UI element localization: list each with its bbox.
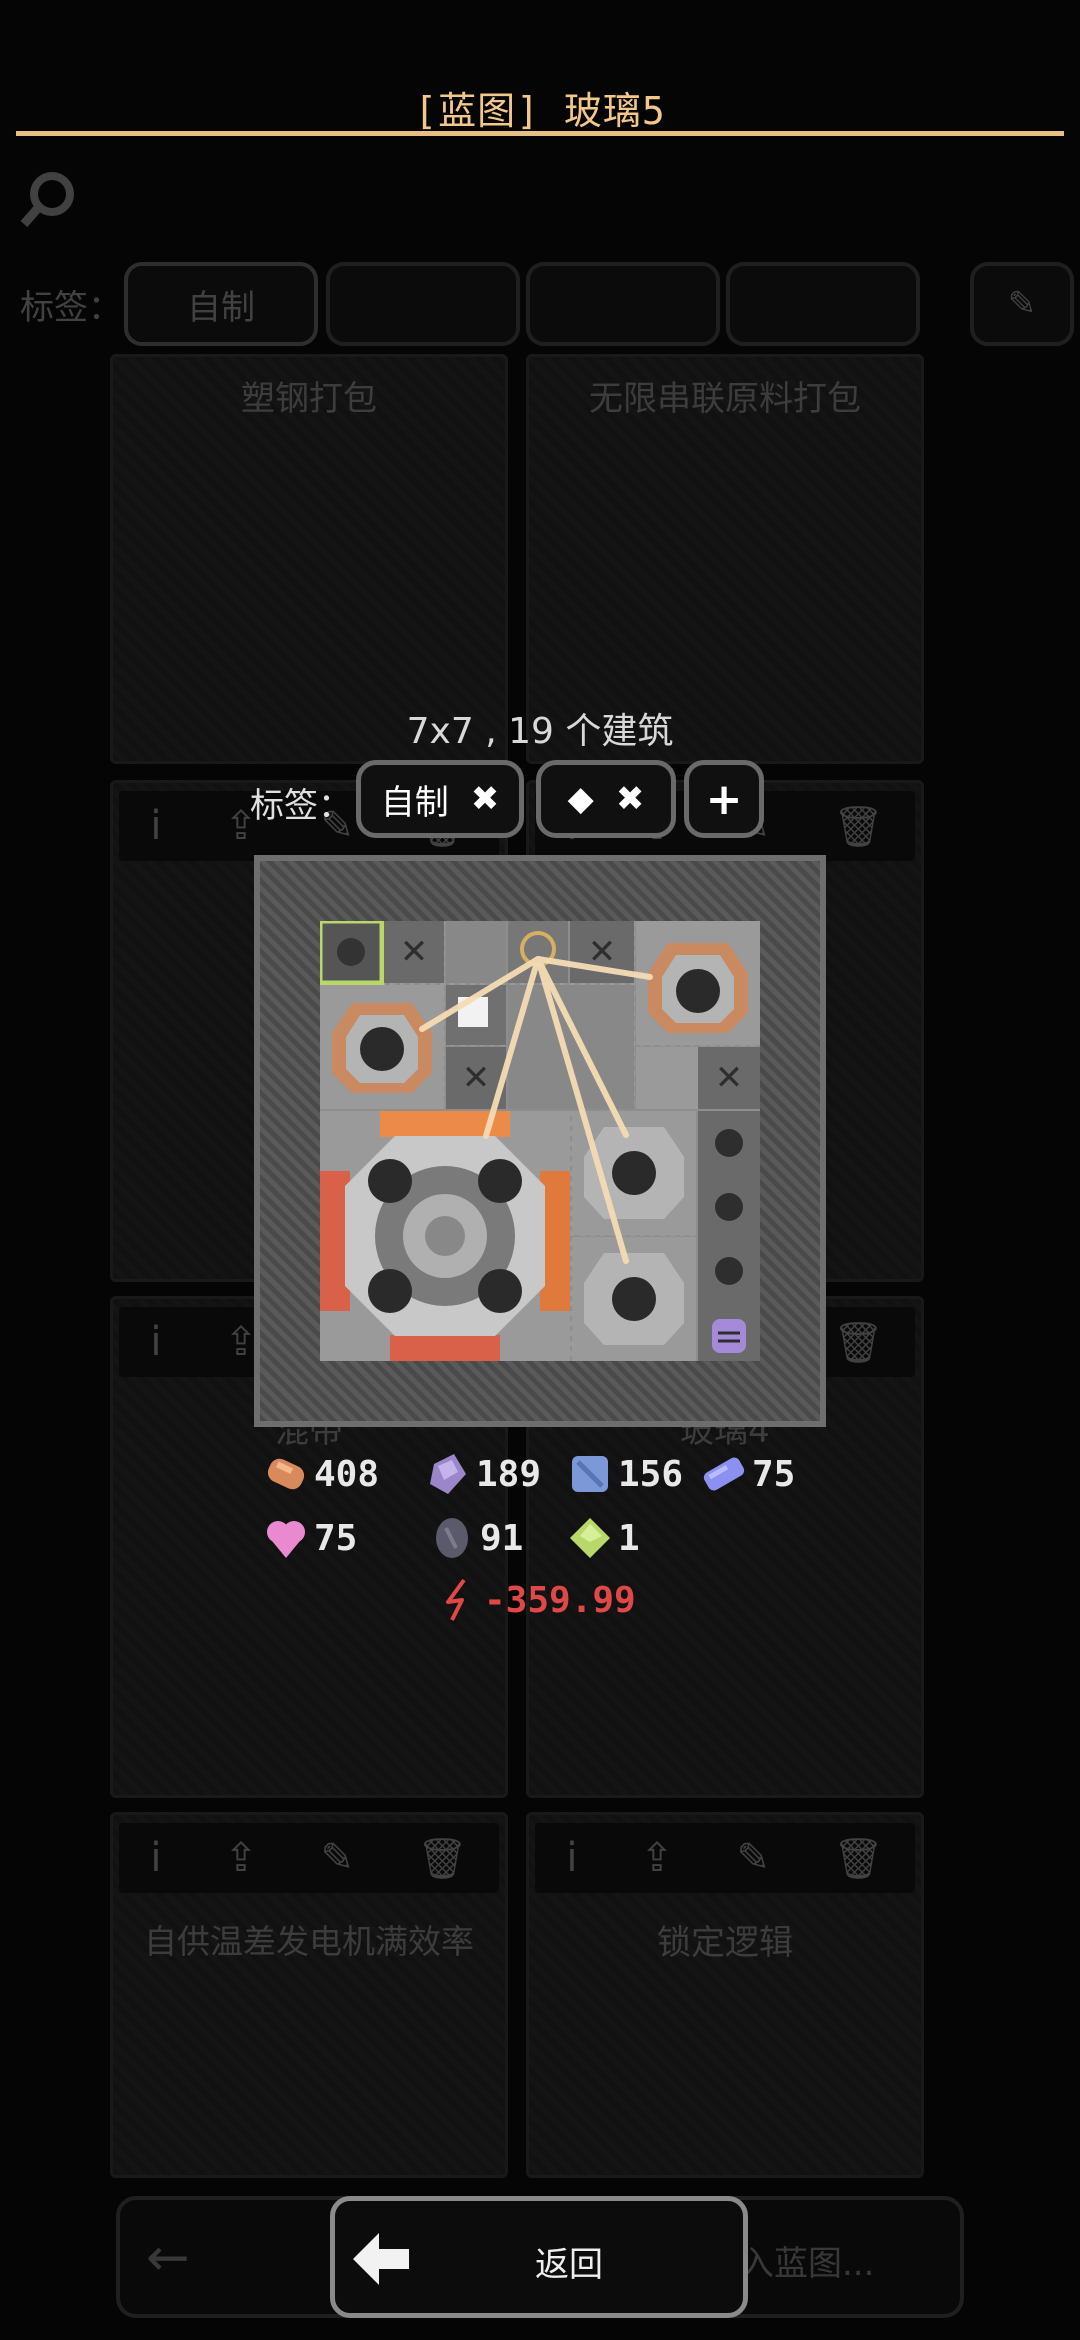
resource-amount: 91 — [480, 1517, 524, 1559]
title-underline — [16, 131, 1064, 136]
resource-lime-gem: 1 — [566, 1514, 640, 1562]
resource-amount: 408 — [314, 1453, 380, 1495]
modal-tags-label: 标签： — [250, 786, 352, 826]
resource-amount: 75 — [314, 1517, 358, 1559]
tag-chip-label: 自制 — [380, 782, 449, 823]
resource-amount: 1 — [618, 1517, 640, 1559]
blue-bar-icon — [703, 1457, 745, 1491]
svg-text:✕: ✕ — [715, 1058, 744, 1098]
copper-ore-icon — [267, 1458, 305, 1490]
diamond-icon: ◆ — [567, 779, 594, 819]
close-icon[interactable]: ✖ — [616, 779, 645, 819]
resource-dark-rock: 91 — [428, 1514, 523, 1562]
resource-purple-crystal: 189 — [424, 1450, 541, 1498]
resource-amount: 189 — [476, 1453, 542, 1495]
power-value: -359.99 — [484, 1579, 636, 1621]
svg-text:✕: ✕ — [400, 932, 429, 972]
plus-icon: + — [705, 773, 743, 825]
tag-chip-diamond[interactable]: ◆ ✖ — [536, 760, 676, 838]
blueprint-grid: ✕ ✕ ✕ ✕ — [317, 918, 760, 1361]
blueprint-buildings: ✕ ✕ ✕ ✕ — [317, 918, 760, 1361]
resource-amount: 75 — [752, 1453, 796, 1495]
blueprint-preview: ✕ ✕ ✕ ✕ — [254, 855, 826, 1427]
dark-rock-icon — [436, 1518, 468, 1558]
close-icon[interactable]: ✖ — [471, 779, 500, 819]
page-title: [蓝图] 玻璃5 — [414, 89, 666, 133]
back-button[interactable]: 返回 — [330, 2196, 748, 2318]
lime-gem-icon — [570, 1518, 610, 1558]
resource-copper: 408 — [262, 1450, 379, 1498]
arrow-left-icon — [353, 2233, 409, 2285]
pink-hearts-icon — [267, 1521, 305, 1558]
svg-text:✕: ✕ — [462, 1058, 491, 1098]
power-consumption: -359.99 — [440, 1578, 636, 1622]
resource-amount: 156 — [618, 1453, 684, 1495]
resource-pink-hearts: 75 — [262, 1514, 357, 1562]
resource-blue-bar: 75 — [700, 1450, 795, 1498]
tag-chip-custom[interactable]: 自制 ✖ — [356, 760, 524, 838]
add-tag-button[interactable]: + — [684, 760, 764, 838]
resource-blue-cube: 156 — [566, 1450, 683, 1498]
purple-crystal-icon — [430, 1454, 466, 1494]
blue-cube-icon — [572, 1456, 608, 1492]
blueprint-dimensions: 7x7 , 19 个建筑 — [406, 711, 674, 752]
lightning-icon — [446, 1578, 466, 1621]
back-button-label: 返回 — [535, 2245, 603, 2285]
